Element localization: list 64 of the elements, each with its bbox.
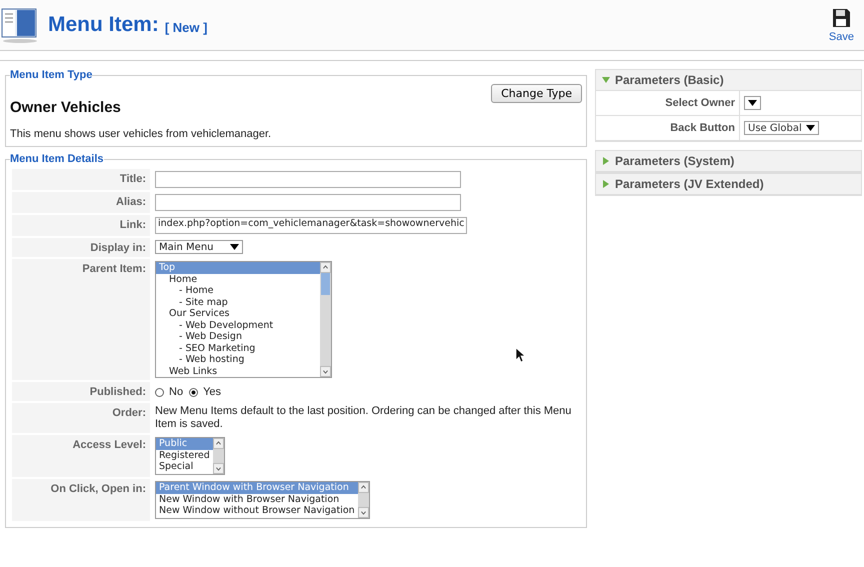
text-field[interactable] xyxy=(155,194,461,211)
field-label: On Click, Open in: xyxy=(12,479,150,521)
page-title: Menu Item: xyxy=(48,13,159,37)
scroll-down-icon[interactable] xyxy=(320,366,331,377)
list-option[interactable]: Web Links xyxy=(156,366,320,377)
list-option[interactable]: Special xyxy=(156,461,213,472)
mouse-pointer-icon xyxy=(516,348,526,363)
caret-icon xyxy=(748,100,757,106)
dropdown[interactable]: Main Menu xyxy=(155,240,243,254)
scroll-thumb[interactable] xyxy=(321,273,330,295)
menu-type-description: This menu shows user vehicles from vehiclemanager. xyxy=(10,128,272,140)
field-label: Alias: xyxy=(12,192,150,213)
scroll-down-icon[interactable] xyxy=(358,507,369,518)
parent-item-list[interactable]: Top Home - Home - Site map Our Services - Web Development - Web Design - SEO Marketing - Web hosting Web Links xyxy=(155,261,332,378)
text-field[interactable]: index.php?option=com_vehiclemanager&task=showownervehic xyxy=(155,217,468,234)
caret-icon xyxy=(806,125,815,131)
scroll-down-icon[interactable] xyxy=(212,463,224,474)
parameter-label: Select Owner xyxy=(596,91,740,116)
scrollbar[interactable] xyxy=(320,262,331,377)
list-option[interactable]: - Web hosting xyxy=(156,354,320,366)
page-subtitle: [ New ] xyxy=(164,20,208,35)
parameters-header[interactable]: Parameters (JV Extended) xyxy=(596,174,861,195)
parameters-header[interactable]: Parameters (System) xyxy=(596,151,861,172)
list-option[interactable]: - Home xyxy=(156,285,320,296)
scrollbar[interactable] xyxy=(358,482,369,518)
section-legend: Menu Item Type xyxy=(10,69,92,81)
field-label: Display in: xyxy=(12,238,150,257)
list-option[interactable]: New Window without Browser Navigation xyxy=(156,505,358,516)
order-note: New Menu Items default to the last position. Ordering can be changed after this Menu Item is saved. xyxy=(155,405,572,431)
radio-option[interactable]: Yes xyxy=(189,386,222,398)
scroll-up-icon[interactable] xyxy=(358,482,369,493)
radio-option[interactable]: No xyxy=(155,386,184,398)
field-label: Link: xyxy=(12,215,150,236)
list-option[interactable]: - Web Design xyxy=(156,331,320,342)
dropdown[interactable]: Use Global xyxy=(744,121,819,135)
save-button[interactable]: Save xyxy=(828,7,854,43)
list-option[interactable]: New Window with Browser Navigation xyxy=(156,494,358,505)
scroll-up-icon[interactable] xyxy=(320,262,331,273)
change-type-button[interactable]: Change Type xyxy=(491,84,582,103)
list-option[interactable]: Our Services xyxy=(156,308,320,320)
option-list[interactable]: Public Registered Special xyxy=(155,437,225,475)
list-option[interactable]: Home xyxy=(156,274,320,285)
dropdown[interactable] xyxy=(744,96,761,110)
field-label: Parent Item: xyxy=(12,259,150,380)
scroll-up-icon[interactable] xyxy=(212,438,224,449)
menu-type-name: Owner Vehicles xyxy=(10,99,121,116)
parameter-label: Back Button xyxy=(596,116,740,141)
text-field[interactable] xyxy=(155,171,461,188)
list-option[interactable]: - Site map xyxy=(156,296,320,308)
caret-icon xyxy=(230,244,239,250)
field-label: Order: xyxy=(12,403,150,433)
list-option[interactable]: Registered xyxy=(156,450,213,461)
list-option[interactable]: - SEO Marketing xyxy=(156,342,320,354)
field-label: Access Level: xyxy=(12,435,150,477)
scrollbar[interactable] xyxy=(212,438,224,474)
triangle-right-icon xyxy=(602,180,610,188)
field-label: Published: xyxy=(12,382,150,401)
option-list[interactable]: Parent Window with Browser Navigation New Window with Browser Navigation New Window without Browser Navigation xyxy=(155,481,370,519)
list-option[interactable]: - Web Development xyxy=(156,320,320,331)
parameters-header[interactable]: Parameters (Basic) xyxy=(596,70,861,91)
field-label: Title: xyxy=(12,169,150,190)
triangle-right-icon xyxy=(602,157,610,165)
triangle-down-icon xyxy=(602,76,610,84)
section-legend: Menu Item Details xyxy=(10,153,104,165)
